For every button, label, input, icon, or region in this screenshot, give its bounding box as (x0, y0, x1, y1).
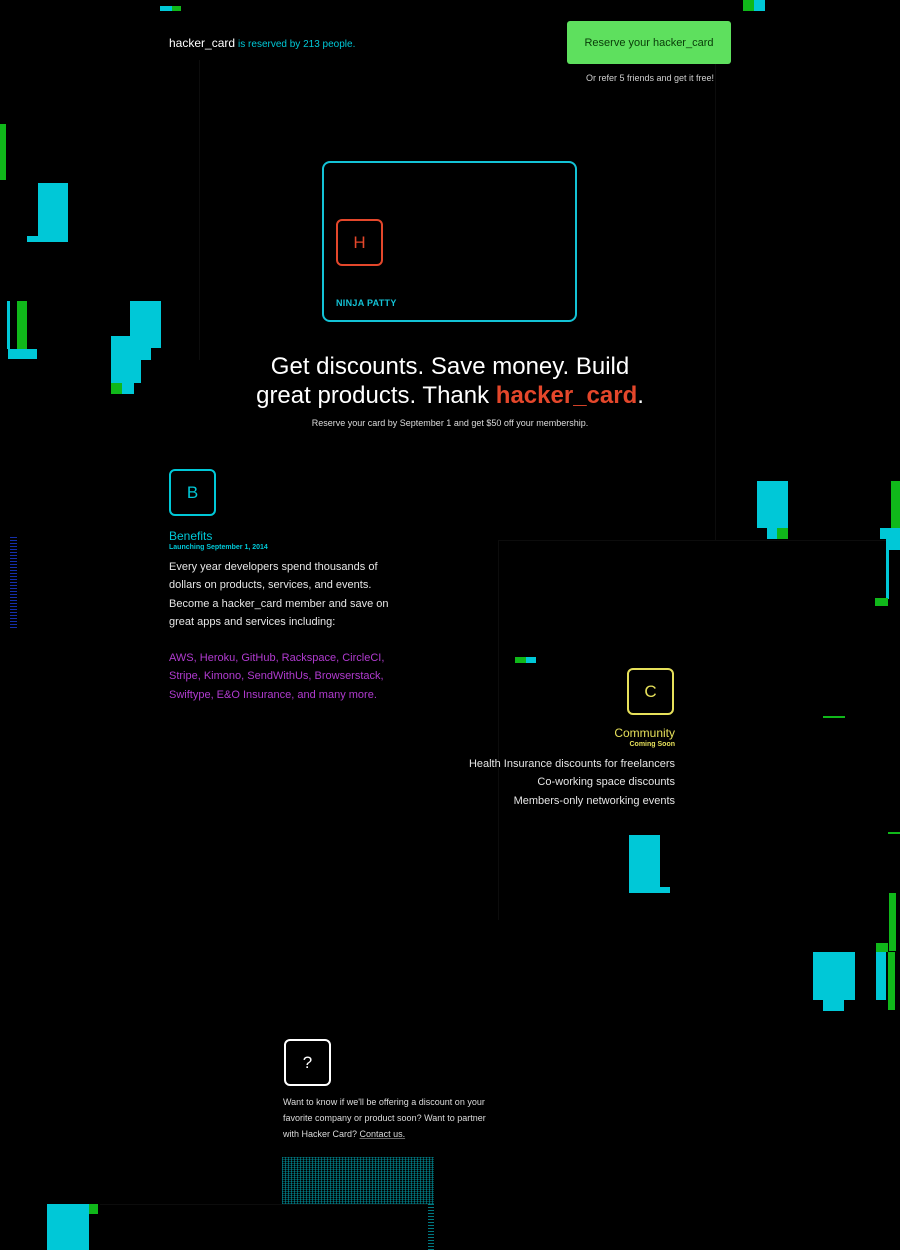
glitch-block (160, 6, 172, 11)
hero-subline: Reserve your card by September 1 and get… (311, 418, 589, 428)
glitch-block (660, 887, 670, 893)
benefits-partners: AWS, Heroku, GitHub, Rackspace, CircleCI… (169, 652, 385, 701)
glitch-block (8, 349, 37, 359)
glitch-noise-tail (428, 1204, 434, 1250)
community-title: Community (614, 726, 675, 740)
headline-line-2-text: great products. Thank (256, 382, 496, 409)
glitch-block (889, 893, 896, 951)
headline-line-1: Get discounts. Save money. Build (270, 353, 630, 380)
card-holder-name: NINJA PATTY (336, 298, 397, 308)
community-icon: C (627, 668, 674, 715)
glitch-block (47, 1204, 89, 1250)
bg-grid-line (715, 60, 716, 540)
question-icon: ? (284, 1039, 331, 1086)
glitch-block (888, 832, 900, 834)
community-item: Health Insurance discounts for freelance… (468, 758, 675, 770)
glitch-block (823, 1000, 844, 1011)
refer-text: Or refer 5 friends and get it free! (585, 73, 715, 83)
bg-grid-line (100, 1204, 430, 1205)
glitch-block (889, 539, 900, 550)
reserved-count: is reserved by 213 people. (238, 39, 356, 50)
brand-name: hacker_card (169, 36, 236, 50)
contact-us-link[interactable]: Contact us. (360, 1129, 406, 1139)
glitch-block (38, 183, 68, 242)
bg-grid-line (498, 540, 900, 541)
glitch-block (767, 528, 777, 539)
glitch-block (891, 481, 900, 528)
glitch-block (7, 301, 10, 349)
glitch-block (515, 657, 526, 663)
glitch-block (629, 835, 660, 893)
glitch-block (27, 236, 38, 242)
glitch-block (757, 481, 788, 528)
glitch-block (0, 124, 6, 180)
glitch-block (823, 716, 845, 718)
glitch-block (172, 6, 181, 11)
hacker-card-preview: H NINJA PATTY (322, 161, 577, 322)
headline-line-2: great products. Thank hacker_card. (150, 381, 750, 410)
community-item: Members-only networking events (513, 794, 675, 807)
benefits-subtitle: Launching September 1, 2014 (169, 544, 268, 551)
community-item: Co-working space discounts (537, 776, 675, 789)
community-subtitle: Coming Soon (629, 741, 676, 748)
reserve-button[interactable]: Reserve your hacker_card (567, 21, 731, 64)
bg-grid-line (498, 540, 499, 920)
glitch-block (875, 598, 888, 606)
glitch-block (876, 943, 888, 952)
glitch-block (122, 348, 151, 360)
contact-text: Want to know if we'll be offering a disc… (283, 1095, 503, 1142)
glitch-block (876, 952, 886, 1000)
glitch-block (888, 952, 895, 1010)
glitch-noise (282, 1157, 434, 1204)
hero-headline: Get discounts. Save money. Build great p… (150, 352, 750, 410)
glitch-block (777, 528, 788, 539)
bg-grid-line (199, 60, 200, 360)
glitch-scanline (10, 536, 17, 628)
benefits-title: Benefits (169, 529, 213, 543)
card-logo: H (336, 219, 383, 266)
community-list: Health Insurance discounts for freelance… (420, 755, 675, 810)
glitch-block (880, 528, 900, 539)
benefits-body: Every year developers spend thousands of… (169, 561, 389, 628)
glitch-block (17, 301, 27, 349)
glitch-block (813, 952, 855, 1000)
glitch-block (111, 383, 122, 394)
brand-line: hacker_card is reserved by 213 people. (169, 36, 355, 50)
glitch-block (743, 0, 754, 11)
headline-suffix: . (637, 382, 644, 409)
glitch-block (122, 383, 134, 394)
headline-accent: hacker_card (495, 382, 638, 409)
benefits-icon: B (169, 469, 216, 516)
glitch-block (754, 0, 765, 11)
glitch-block (526, 657, 536, 663)
glitch-block (89, 1204, 98, 1214)
